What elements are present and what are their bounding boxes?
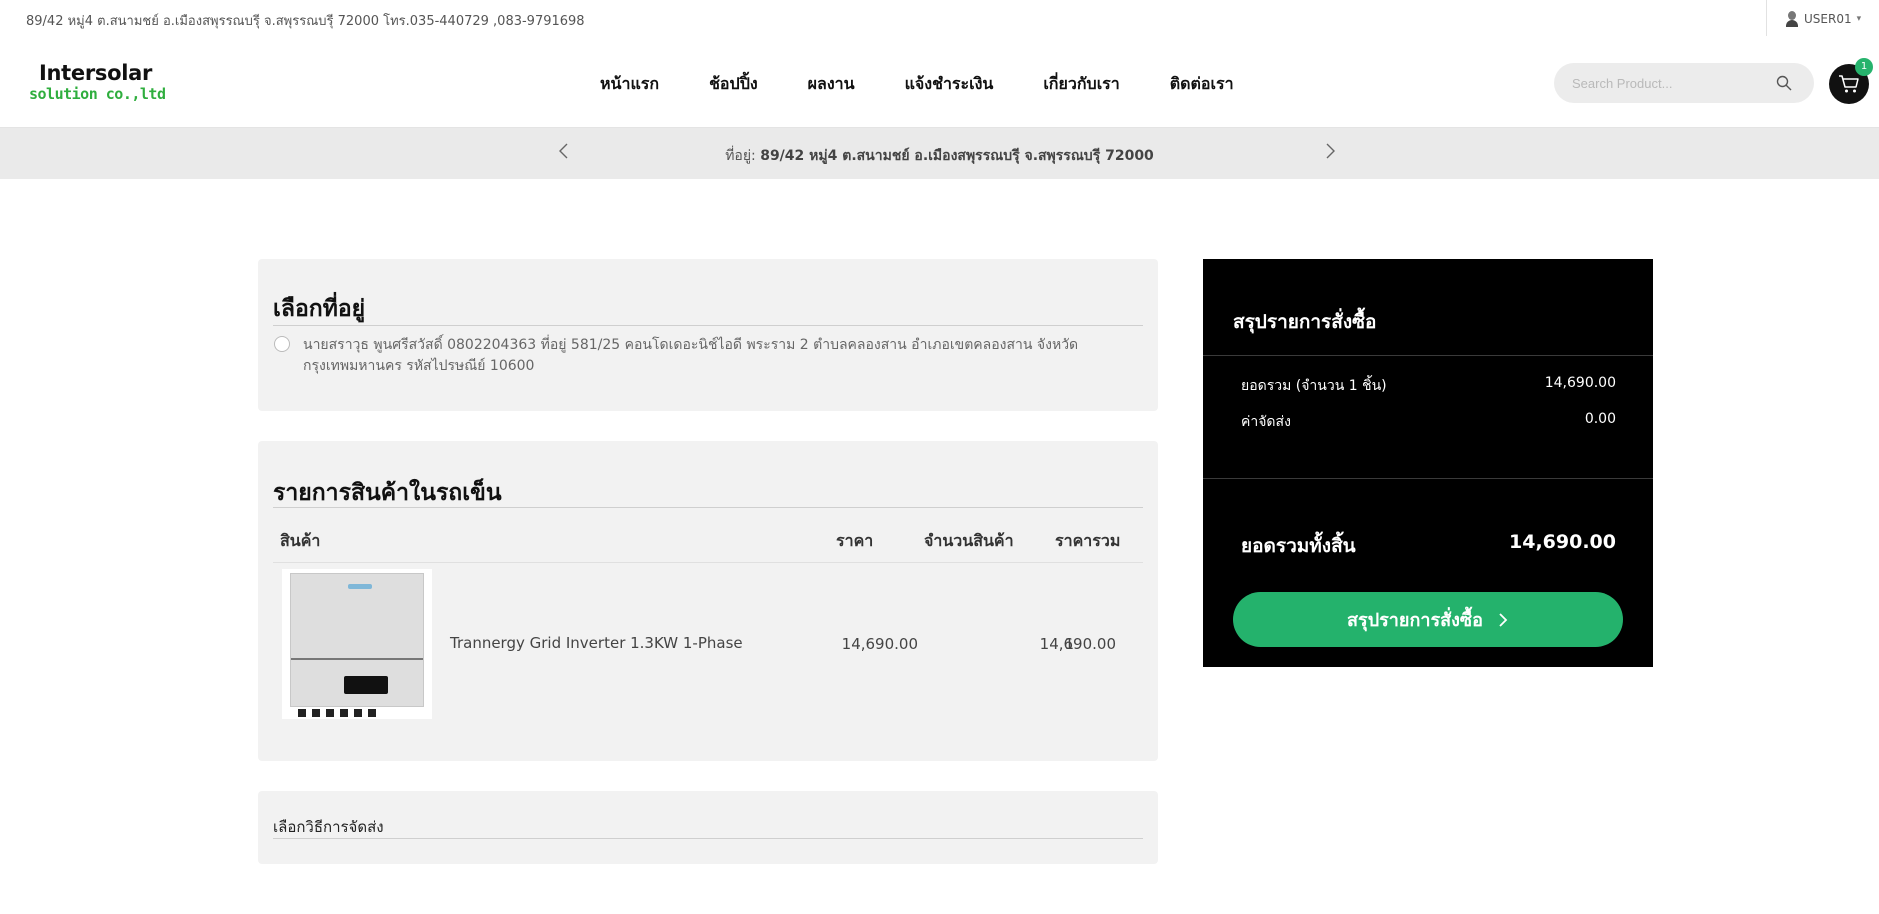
checkout-summary-button[interactable]: สรุปรายการสั่งซื้อ	[1233, 592, 1623, 647]
divider	[1203, 478, 1653, 479]
cart-items-panel: รายการสินค้าในรถเข็น สินค้า ราคา จำนวนสิ…	[258, 441, 1158, 761]
product-total: 14,690.00	[1039, 635, 1116, 653]
site-logo[interactable]: Intersolar solution co.,ltd	[29, 60, 179, 106]
address-select-panel: เลือกที่อยู่ นายสราวุธ พูนศรีสวัสดิ์ 080…	[258, 259, 1158, 411]
nav-home[interactable]: หน้าแรก	[600, 72, 659, 102]
col-total: ราคารวม	[1055, 531, 1121, 550]
col-quantity: จำนวนสินค้า	[924, 531, 1014, 550]
col-price: ราคา	[836, 531, 874, 550]
address-strip: ที่อยู่: 89/42 หมู่4 ต.สนามชย์ อ.เมืองสพ…	[0, 128, 1879, 179]
subtotal-label: ยอดรวม (จำนวน 1 ชิ้น)	[1241, 378, 1387, 394]
divider	[1203, 355, 1653, 356]
top-bar: 89/42 หมู่4 ต.สนามชย์ อ.เมืองสพุรรณบรุี …	[0, 0, 1879, 38]
nav-contact[interactable]: ติดต่อเรา	[1170, 72, 1234, 102]
nav-portfolio[interactable]: ผลงาน	[808, 72, 855, 102]
logo-line2: solution co.,ltd	[29, 85, 166, 103]
shipping-fee-label: ค่าจัดส่ง	[1241, 414, 1291, 430]
subtotal-row: ยอดรวม (จำนวน 1 ชิ้น) 14,690.00	[1241, 375, 1616, 397]
user-menu[interactable]: USER01 ▾	[1766, 0, 1879, 38]
divider	[273, 507, 1143, 508]
cart-count-badge: 1	[1855, 58, 1873, 76]
strip-address-prefix: ที่อยู่:	[725, 148, 756, 164]
shipping-fee-value: 0.00	[1584, 411, 1616, 427]
logo-line1: Intersolar	[39, 61, 153, 85]
cart-button[interactable]: 1	[1829, 58, 1873, 104]
shipping-panel-title: เลือกวิธีการจัดส่ง	[273, 818, 384, 836]
grand-total-row: ยอดรวมทั้งสิ้น 14,690.00	[1241, 531, 1616, 561]
nav-payment-notify[interactable]: แจ้งชำระเงิน	[905, 72, 994, 102]
divider	[273, 325, 1143, 326]
divider	[273, 838, 1143, 839]
shipping-fee-row: ค่าจัดส่ง 0.00	[1241, 411, 1616, 433]
chevron-down-icon: ▾	[1856, 14, 1862, 24]
user-name: USER01	[1804, 12, 1852, 26]
cart-panel-title: รายการสินค้าในรถเข็น	[273, 480, 502, 506]
strip-address: ที่อยู่: 89/42 หมู่4 ต.สนามชย์ อ.เมืองสพ…	[0, 145, 1879, 167]
address-panel-title: เลือกที่อยู่	[273, 296, 366, 322]
user-avatar-icon	[1785, 10, 1799, 28]
main-nav: หน้าแรก ช้อปปิ้ง ผลงาน แจ้งชำระเงิน เกี่…	[600, 72, 1284, 102]
store-address: 89/42 หมู่4 ต.สนามชย์ อ.เมืองสพุรรณบรุี …	[26, 14, 585, 29]
search-icon[interactable]	[1776, 75, 1792, 91]
subtotal-value: 14,690.00	[1544, 375, 1616, 391]
address-radio[interactable]	[274, 336, 290, 352]
strip-address-value: 89/42 หมู่4 ต.สนามชย์ อ.เมืองสพุรรณบรุี …	[760, 148, 1154, 164]
grand-total-label: ยอดรวมทั้งสิ้น	[1241, 535, 1356, 557]
nav-shopping[interactable]: ช้อปปิ้ง	[709, 72, 758, 102]
grand-total-value: 14,690.00	[1509, 531, 1616, 553]
table-header: สินค้า ราคา จำนวนสินค้า ราคารวม	[273, 529, 1143, 563]
cart-icon	[1839, 75, 1859, 93]
search-input[interactable]	[1572, 73, 1772, 93]
chevron-right-icon	[1499, 612, 1508, 627]
address-option-text[interactable]: นายสราวุธ พูนศรีสวัสดิ์ 0802204363 ที่อย…	[303, 335, 1143, 377]
nav-about[interactable]: เกี่ยวกับเรา	[1043, 72, 1119, 102]
summary-title: สรุปรายการสั่งซื้อ	[1233, 311, 1377, 333]
search-box	[1554, 63, 1814, 103]
checkout-button-label: สรุปรายการสั่งซื้อ	[1347, 610, 1483, 631]
chevron-right-icon[interactable]	[1320, 141, 1340, 161]
shipping-method-panel: เลือกวิธีการจัดส่ง	[258, 791, 1158, 864]
col-product: สินค้า	[280, 531, 321, 550]
main-header: Intersolar solution co.,ltd หน้าแรก ช้อป…	[0, 36, 1879, 128]
order-summary: สรุปรายการสั่งซื้อ ยอดรวม (จำนวน 1 ชิ้น)…	[1203, 259, 1653, 667]
